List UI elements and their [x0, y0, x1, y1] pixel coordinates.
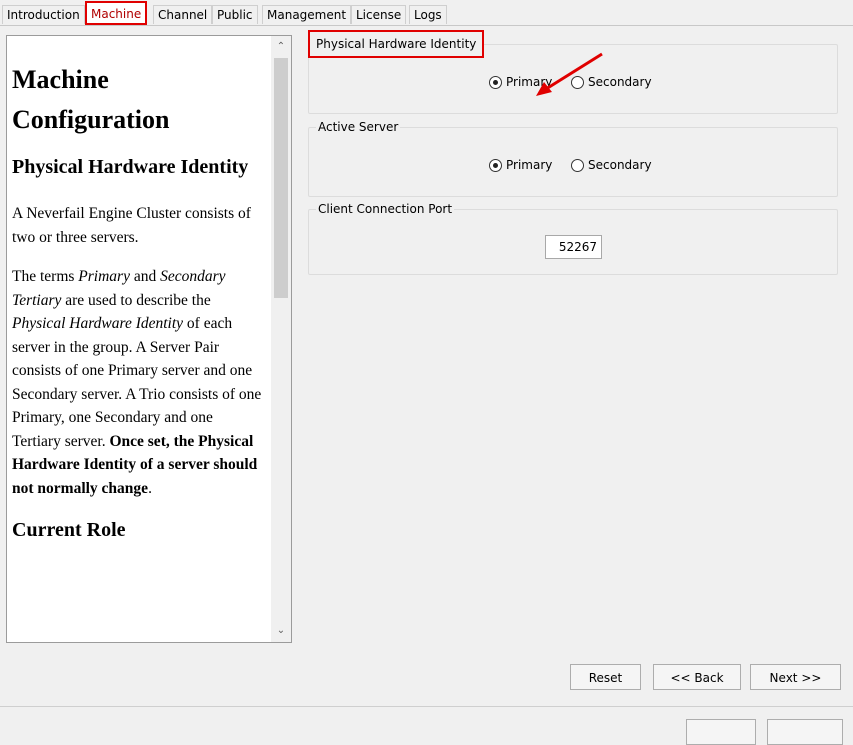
help-content: Machine Configuration Physical Hardware … [12, 36, 264, 544]
help-italic-text: Tertiary [12, 291, 62, 309]
annotation-arrow-icon [536, 52, 603, 96]
help-scrollbar[interactable]: ⌃ ⌄ [271, 36, 291, 642]
radio-label: Secondary [588, 158, 652, 172]
help-paragraph: A Neverfail Engine Cluster consists of t… [12, 205, 251, 246]
client-port-input[interactable]: 52267 [545, 235, 602, 259]
physical-identity-title: Physical Hardware Identity [308, 30, 485, 58]
radio-checked-icon [489, 158, 502, 172]
active-secondary-radio[interactable]: Secondary [571, 158, 652, 172]
active-server-group: Active Server Primary Secondary [308, 119, 838, 197]
tab-public[interactable]: Public [212, 5, 258, 24]
finish-button[interactable] [686, 719, 756, 745]
main-panel: Machine Configuration Physical Hardware … [0, 26, 853, 706]
help-pane[interactable]: Machine Configuration Physical Hardware … [6, 35, 292, 643]
tab-bar: Introduction Machine Channel Public Mana… [0, 0, 853, 26]
help-section-heading: Physical Hardware Identity [12, 156, 249, 178]
help-italic-text: Physical Hardware Identity [12, 315, 184, 332]
active-primary-radio[interactable]: Primary [489, 158, 552, 172]
help-text: of each server in the group. A Server Pa… [12, 315, 262, 450]
help-italic-text: Secondary [160, 268, 226, 285]
help-text: and [129, 268, 161, 285]
tab-introduction[interactable]: Introduction [2, 5, 85, 24]
active-server-title: Active Server [316, 119, 401, 135]
client-port-group: Client Connection Port 52267 [308, 201, 838, 275]
radio-unchecked-icon [571, 158, 584, 172]
help-text: The terms [12, 268, 79, 285]
help-italic-text: Primary [78, 268, 130, 285]
tab-machine[interactable]: Machine [85, 1, 148, 25]
radio-checked-icon [489, 75, 502, 89]
help-paragraph: The terms Primary and Secondary Tertiary… [12, 265, 264, 500]
client-port-title: Client Connection Port [316, 201, 455, 217]
help-title: Machine Configuration [12, 65, 170, 134]
reset-button[interactable]: Reset [570, 664, 641, 690]
tab-license[interactable]: License [351, 5, 407, 24]
help-text: are used to describe the [61, 291, 211, 309]
scroll-thumb[interactable] [274, 58, 288, 298]
scroll-up-icon[interactable]: ⌃ [271, 38, 291, 56]
footer-divider [0, 706, 853, 707]
tab-logs[interactable]: Logs [409, 5, 447, 24]
scroll-down-icon[interactable]: ⌄ [271, 622, 291, 640]
back-button[interactable]: << Back [653, 664, 741, 690]
cancel-button[interactable] [767, 719, 843, 745]
next-button[interactable]: Next >> [750, 664, 841, 690]
tab-management[interactable]: Management [262, 5, 352, 24]
help-section-heading: Current Role [12, 519, 126, 541]
tab-channel[interactable]: Channel [153, 5, 213, 24]
radio-label: Primary [506, 158, 553, 172]
help-text: . [148, 479, 152, 497]
